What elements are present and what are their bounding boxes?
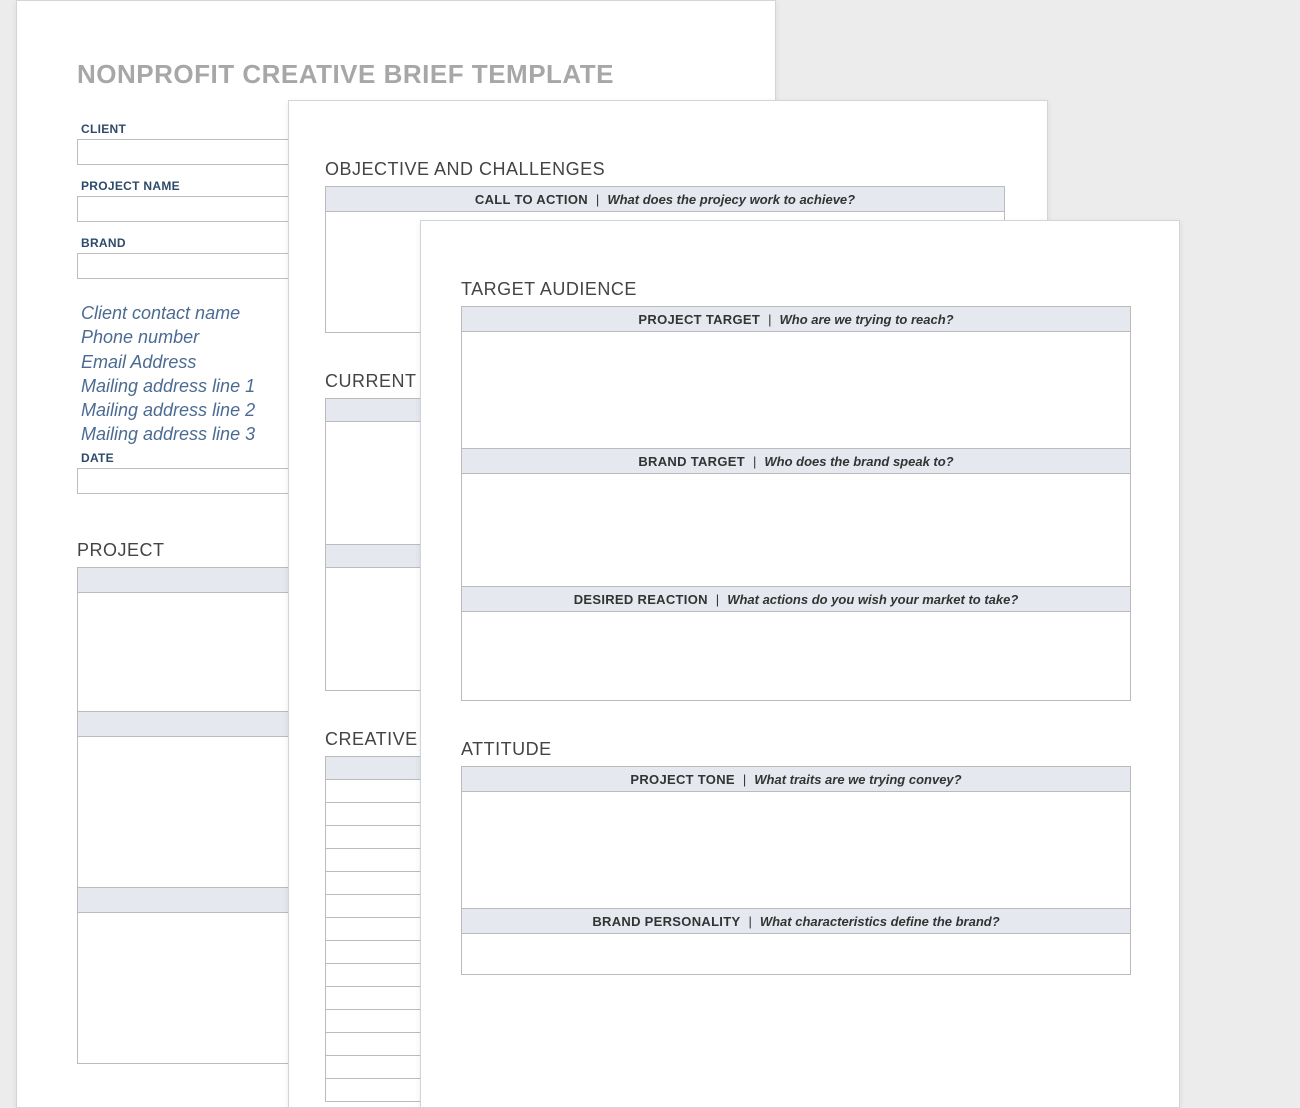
- doc-title: NONPROFIT CREATIVE BRIEF TEMPLATE: [77, 59, 735, 90]
- project-target-q: Who are we trying to reach?: [780, 312, 954, 327]
- project-target-label: PROJECT TARGET: [638, 312, 760, 327]
- row-project-target-header: PROJECT TARGET | Who are we trying to re…: [461, 306, 1131, 332]
- section-target-audience: TARGET AUDIENCE: [461, 279, 1129, 300]
- cta-question: What does the projecy work to achieve?: [607, 192, 855, 207]
- project-tone-label: PROJECT TONE: [630, 772, 735, 787]
- input-date[interactable]: [77, 468, 309, 494]
- brand-personality-body[interactable]: [461, 934, 1131, 975]
- cta-label: CALL TO ACTION: [475, 192, 588, 207]
- row-project-tone-header: PROJECT TONE | What traits are we trying…: [461, 766, 1131, 792]
- project-tone-q: What traits are we trying convey?: [754, 772, 961, 787]
- label-brand: BRAND: [81, 236, 307, 250]
- project-table-body-1[interactable]: [77, 592, 307, 712]
- project-table: [77, 567, 307, 1064]
- target-audience-table: PROJECT TARGET | Who are we trying to re…: [461, 306, 1131, 701]
- separator: |: [716, 592, 719, 607]
- row-brand-personality-header: BRAND PERSONALITY | What characteristics…: [461, 909, 1131, 934]
- project-table-header-3: [77, 888, 307, 913]
- project-target-body[interactable]: [461, 332, 1131, 449]
- brand-target-body[interactable]: [461, 474, 1131, 587]
- separator: |: [768, 312, 771, 327]
- attitude-table: PROJECT TONE | What traits are we trying…: [461, 766, 1131, 975]
- desired-reaction-body[interactable]: [461, 612, 1131, 701]
- project-tone-body[interactable]: [461, 792, 1131, 909]
- template-page-3: TARGET AUDIENCE PROJECT TARGET | Who are…: [420, 220, 1180, 1108]
- input-client[interactable]: [77, 139, 307, 165]
- project-table-body-2[interactable]: [77, 736, 307, 888]
- brand-target-label: BRAND TARGET: [638, 454, 745, 469]
- project-table-header-2: [77, 712, 307, 736]
- project-table-body-3[interactable]: [77, 913, 307, 1064]
- input-brand[interactable]: [77, 253, 307, 279]
- row-brand-target-header: BRAND TARGET | Who does the brand speak …: [461, 449, 1131, 474]
- row-desired-reaction-header: DESIRED REACTION | What actions do you w…: [461, 587, 1131, 612]
- separator: |: [596, 192, 599, 207]
- desired-reaction-label: DESIRED REACTION: [574, 592, 708, 607]
- label-client: CLIENT: [81, 122, 307, 136]
- section-objective: OBJECTIVE AND CHALLENGES: [325, 159, 1011, 180]
- form-top-fields: CLIENT PROJECT NAME BRAND: [77, 122, 307, 279]
- brand-target-q: Who does the brand speak to?: [764, 454, 953, 469]
- separator: |: [743, 772, 746, 787]
- separator: |: [753, 454, 756, 469]
- brand-personality-label: BRAND PERSONALITY: [592, 914, 740, 929]
- section-attitude: ATTITUDE: [461, 739, 1129, 760]
- label-project-name: PROJECT NAME: [81, 179, 307, 193]
- brand-personality-q: What characteristics define the brand?: [760, 914, 1000, 929]
- desired-reaction-q: What actions do you wish your market to …: [727, 592, 1018, 607]
- separator: |: [748, 914, 751, 929]
- project-table-header: [77, 567, 307, 592]
- input-project-name[interactable]: [77, 196, 307, 222]
- row-cta-header: CALL TO ACTION | What does the projecy w…: [325, 186, 1005, 212]
